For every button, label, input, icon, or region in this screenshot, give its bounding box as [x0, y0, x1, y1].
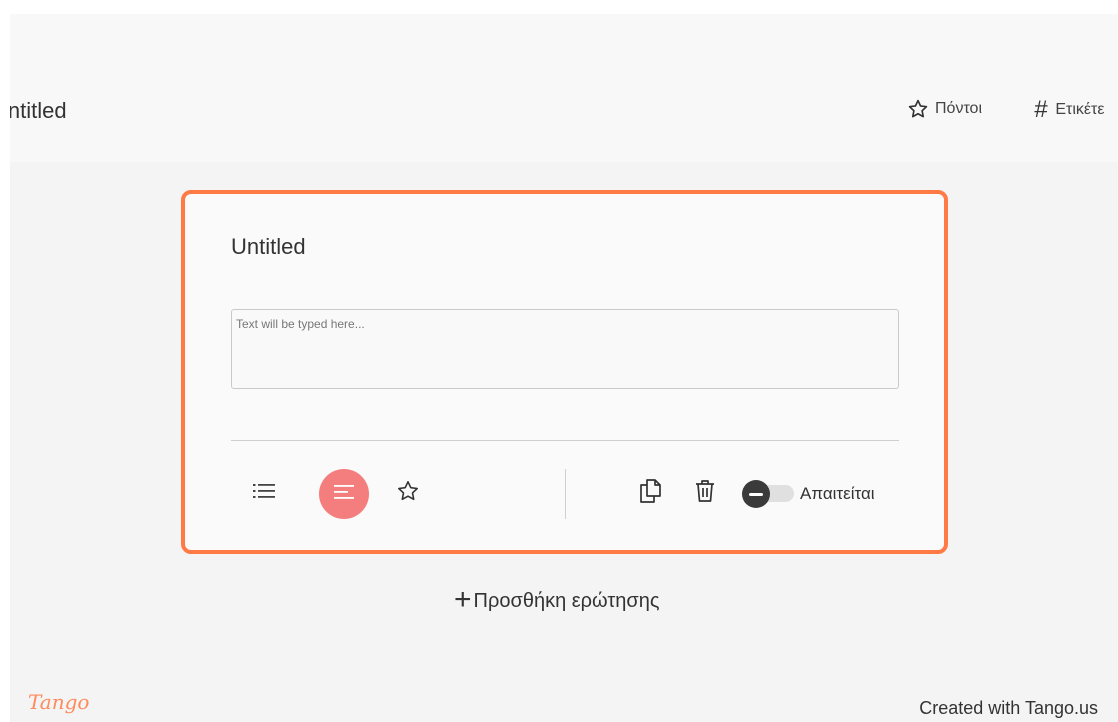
delete-button[interactable]	[692, 478, 718, 508]
add-question-label: Προσθήκη ερώτησης	[473, 590, 660, 612]
form-editor: Untitled Πόντοι # Ετικέτε Untitled Text …	[10, 14, 1118, 722]
copy-icon	[639, 478, 661, 508]
required-toggle[interactable]	[742, 480, 796, 508]
tags-button[interactable]: # Ετικέτε	[1034, 98, 1105, 122]
answer-textarea[interactable]: Text will be typed here...	[231, 309, 899, 389]
tags-label: Ετικέτε	[1055, 101, 1105, 118]
answer-placeholder: Text will be typed here...	[236, 317, 365, 331]
list-icon	[253, 483, 275, 504]
card-divider	[231, 440, 899, 441]
plus-icon: +	[454, 583, 472, 616]
form-title[interactable]: Untitled	[10, 98, 67, 124]
text-type-button[interactable]	[319, 469, 369, 519]
question-card[interactable]: Untitled Text will be typed here... Απαι…	[181, 190, 948, 554]
add-question-button[interactable]: + Προσθήκη ερώτησης	[454, 583, 660, 616]
question-title[interactable]: Untitled	[231, 234, 306, 260]
hash-icon: #	[1034, 96, 1048, 123]
minus-icon	[742, 480, 770, 508]
required-label: Απαιτείται	[800, 484, 875, 503]
tango-logo: Tango	[28, 690, 90, 714]
list-type-button[interactable]	[251, 478, 277, 508]
points-button[interactable]: Πόντοι	[907, 98, 982, 120]
tango-footer: Tango Created with Tango.us	[10, 686, 1118, 722]
text-lines-icon	[334, 484, 354, 505]
star-outline-icon	[907, 98, 929, 120]
duplicate-button[interactable]	[637, 478, 663, 508]
created-with-text: Created with Tango.us	[919, 698, 1098, 718]
star-type-button[interactable]	[395, 478, 421, 508]
points-label: Πόντοι	[935, 100, 982, 117]
star-outline-icon	[396, 479, 420, 508]
trash-icon	[695, 479, 715, 508]
form-header: Untitled Πόντοι # Ετικέτε	[10, 14, 1118, 162]
toolbar-divider	[565, 469, 566, 519]
